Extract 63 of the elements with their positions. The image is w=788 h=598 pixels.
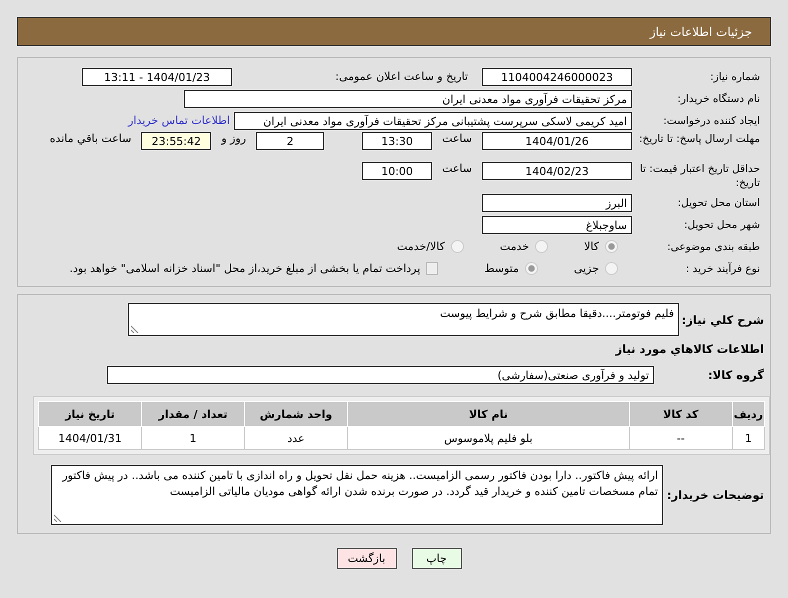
- column-header: ردیف: [732, 402, 764, 426]
- buyer-contact-link[interactable]: اطلاعات تماس خریدار: [128, 114, 230, 127]
- field-label: توضیحات خریدار:: [666, 488, 765, 502]
- requester-field: امید کریمی لاسکی سرپرست پشتیبانی مرکز تحقیقات فرآوری مواد معدنی ایران: [234, 112, 632, 130]
- field-label: گروه کالا:: [707, 368, 765, 382]
- date-field: 1404/01/26: [482, 132, 632, 150]
- buyer-notes-box: ارائه پیش فاکتور.. دارا بودن فاکتور رسمی الزامیست.. هزینه حمل نقل تحویل و راه اندازی با تامین کننده می باشد.. در پیش فاکتور تمام مسخصات تامین کننده و خریدار قید گردد. در صورت برنده شدن ارائه گواهی مودیان مالیاتی الزامیست: [51, 465, 663, 525]
- table-cell: --: [629, 426, 732, 450]
- table-cell: 1404/01/31: [38, 426, 142, 450]
- checkbox[interactable]: [426, 262, 438, 275]
- time-field: 10:00: [362, 162, 432, 180]
- description-box: فلیم فوتومتر....دقیقا مطابق شرح و شرایط پیوست: [128, 303, 679, 336]
- radio-button[interactable]: [535, 240, 548, 253]
- resize-grip-icon[interactable]: [54, 514, 62, 522]
- goods-group-field: تولید و فرآوری صنعتی(سفارشی): [107, 366, 654, 384]
- section-heading: اطلاعات کالاهاي مورد نیاز: [614, 342, 765, 356]
- field-label: طبقه بندی موضوعی:: [666, 240, 761, 254]
- time-label: ساعت: [442, 132, 472, 145]
- days-label: روز و: [221, 132, 246, 145]
- remaining-time-field: 23:55:42: [141, 132, 212, 150]
- radio-button[interactable]: [605, 262, 618, 275]
- back-button[interactable]: بازگشت: [336, 548, 396, 569]
- treasury-note: پرداخت تمام یا بخشی از مبلغ خرید،از محل "اسناد خزانه اسلامی" خواهد بود.: [70, 262, 420, 275]
- province-field: البرز: [482, 194, 632, 212]
- column-header: تعداد / مقدار: [142, 402, 244, 426]
- date-field: 1404/02/23: [482, 162, 632, 180]
- option-label: متوسط: [484, 262, 519, 275]
- field-label: نوع فرآیند خرید :: [684, 262, 761, 276]
- field-label: نام دستگاه خریدار:: [676, 92, 761, 106]
- city-field: ساوجبلاغ: [482, 216, 632, 234]
- field-label: شرح کلي نیاز:: [680, 312, 765, 326]
- remaining-label: ساعت باقي مانده: [50, 132, 132, 145]
- field-label: ایجاد کننده درخواست:: [662, 114, 761, 128]
- column-header: واحد شمارش: [244, 402, 348, 426]
- field-label: شماره نیاز:: [709, 70, 761, 84]
- table-cell: عدد: [244, 426, 348, 450]
- column-header: کد کالا: [629, 402, 732, 426]
- option-label: کالا: [584, 240, 599, 253]
- option-label: خدمت: [500, 240, 530, 253]
- table-cell: بلو فلیم پلاموسوس: [348, 426, 630, 450]
- resize-grip-icon[interactable]: [131, 325, 139, 333]
- field-label: مهلت ارسال پاسخ: تا تاریخ:: [638, 132, 761, 146]
- field-label: شهر محل تحویل:: [683, 218, 761, 232]
- time-label: ساعت: [442, 162, 472, 175]
- radio-button[interactable]: [605, 240, 618, 253]
- page-title: جزئیات اطلاعات نیاز: [650, 24, 752, 38]
- announce-date-field: 1404/01/23 - 13:11: [82, 68, 232, 86]
- time-field: 13:30: [362, 132, 432, 150]
- print-button[interactable]: چاپ: [412, 548, 462, 569]
- column-header: نام کالا: [348, 402, 630, 426]
- field-label: استان محل تحویل:: [676, 196, 761, 210]
- field-label: تاریخ و ساعت اعلان عمومی:: [334, 70, 468, 83]
- days-field: 2: [256, 132, 324, 150]
- field-label: حداقل تاریخ اعتبار قیمت: تا تاریخ:: [638, 162, 761, 190]
- table-cell: 1: [732, 426, 764, 450]
- need-number-field: 1104004246000023: [482, 68, 632, 86]
- table-cell: 1: [142, 426, 244, 450]
- radio-button[interactable]: [450, 240, 464, 253]
- option-label: کالا/خدمت: [397, 240, 445, 253]
- radio-button[interactable]: [524, 262, 538, 275]
- buyer-org-field: مرکز تحقیقات فرآوری مواد معدنی ایران: [184, 90, 632, 108]
- column-header: تاریخ نیاز: [38, 402, 142, 426]
- option-label: جزیی: [574, 262, 599, 275]
